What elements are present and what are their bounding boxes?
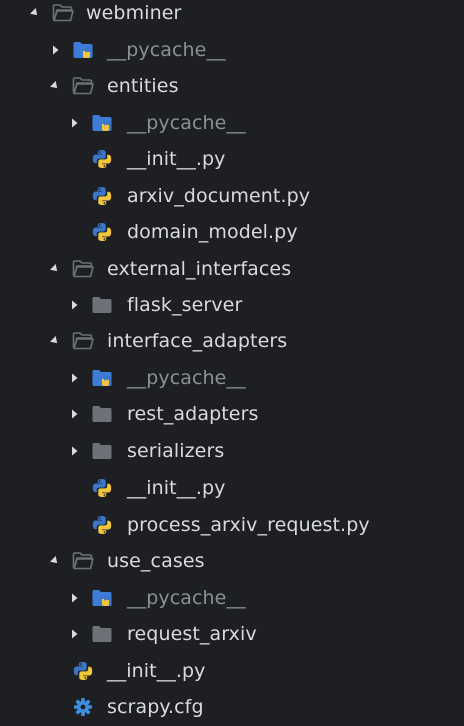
- tree-item-label: arxiv_document.py: [127, 185, 311, 207]
- tree-file-init-py[interactable]: __init__.py: [0, 471, 464, 505]
- tree-folder-entities[interactable]: entities: [0, 69, 464, 103]
- python-file-icon: [91, 186, 113, 206]
- python-file-icon: [91, 149, 113, 169]
- tree-folder-external-interfaces[interactable]: external_interfaces: [0, 252, 464, 286]
- tree-folder-serializers[interactable]: serializers: [0, 434, 464, 468]
- tree-item-label: scrapy.cfg: [107, 696, 204, 718]
- tree-folder-webminer[interactable]: webminer: [0, 0, 464, 30]
- tree-item-label: domain_model.py: [127, 221, 298, 243]
- chevron-down-icon[interactable]: [48, 554, 62, 568]
- tree-folder-pycache[interactable]: __pycache__: [0, 361, 464, 395]
- tree-folder-interface-adapters[interactable]: interface_adapters: [0, 324, 464, 358]
- tree-file-process-arxiv-request-py[interactable]: process_arxiv_request.py: [0, 508, 464, 542]
- chevron-right-icon[interactable]: [67, 116, 81, 130]
- tree-folder-request-arxiv[interactable]: request_arxiv: [0, 617, 464, 651]
- gear-icon: [72, 697, 94, 717]
- tree-item-label: __pycache__: [127, 367, 246, 389]
- tree-item-label: __pycache__: [127, 112, 246, 134]
- python-file-icon: [91, 478, 113, 498]
- folder-open-icon: [52, 3, 74, 23]
- folder-open-icon: [72, 551, 94, 571]
- chevron-right-icon[interactable]: [67, 407, 81, 421]
- file-explorer-tree: webminer __pycache__ entities __pycache_…: [0, 0, 464, 726]
- chevron-right-icon[interactable]: [67, 591, 81, 605]
- python-folder-icon: [91, 113, 113, 133]
- tree-item-label: external_interfaces: [107, 258, 292, 280]
- folder-icon: [91, 624, 113, 644]
- tree-folder-pycache[interactable]: __pycache__: [0, 581, 464, 615]
- chevron-right-icon[interactable]: [48, 43, 62, 57]
- tree-file-domain-model-py[interactable]: domain_model.py: [0, 215, 464, 249]
- tree-item-label: entities: [107, 75, 179, 97]
- chevron-down-icon[interactable]: [48, 79, 62, 93]
- chevron-down-icon[interactable]: [48, 334, 62, 348]
- chevron-right-icon[interactable]: [67, 298, 81, 312]
- python-folder-icon: [91, 368, 113, 388]
- folder-open-icon: [72, 76, 94, 96]
- tree-item-label: __init__.py: [127, 148, 226, 170]
- folder-open-icon: [72, 259, 94, 279]
- tree-folder-use-cases[interactable]: use_cases: [0, 544, 464, 578]
- tree-item-label: __init__.py: [107, 660, 206, 682]
- chevron-right-icon[interactable]: [67, 627, 81, 641]
- tree-file-scrapy-cfg[interactable]: scrapy.cfg: [0, 690, 464, 724]
- tree-item-label: __pycache__: [107, 39, 226, 61]
- tree-item-label: interface_adapters: [107, 330, 288, 352]
- tree-folder-pycache[interactable]: __pycache__: [0, 106, 464, 140]
- tree-item-label: use_cases: [107, 550, 205, 572]
- folder-icon: [91, 295, 113, 315]
- tree-item-label: process_arxiv_request.py: [127, 514, 370, 536]
- folder-icon: [91, 441, 113, 461]
- tree-item-label: webminer: [86, 2, 182, 24]
- tree-file-init-py[interactable]: __init__.py: [0, 142, 464, 176]
- tree-folder-flask-server[interactable]: flask_server: [0, 288, 464, 322]
- tree-item-label: __pycache__: [127, 587, 246, 609]
- tree-item-label: __init__.py: [127, 477, 226, 499]
- tree-file-arxiv-document-py[interactable]: arxiv_document.py: [0, 179, 464, 213]
- folder-icon: [91, 404, 113, 424]
- tree-folder-pycache[interactable]: __pycache__: [0, 33, 464, 67]
- tree-folder-rest-adapters[interactable]: rest_adapters: [0, 397, 464, 431]
- folder-open-icon: [72, 331, 94, 351]
- tree-file-init-py[interactable]: __init__.py: [0, 654, 464, 688]
- chevron-down-icon[interactable]: [48, 262, 62, 276]
- tree-item-label: serializers: [127, 440, 225, 462]
- chevron-right-icon[interactable]: [67, 371, 81, 385]
- python-file-icon: [91, 515, 113, 535]
- chevron-down-icon[interactable]: [28, 6, 42, 20]
- chevron-right-icon[interactable]: [67, 444, 81, 458]
- python-file-icon: [72, 661, 94, 681]
- python-file-icon: [91, 222, 113, 242]
- python-folder-icon: [91, 588, 113, 608]
- tree-item-label: rest_adapters: [127, 403, 259, 425]
- tree-item-label: request_arxiv: [127, 623, 257, 645]
- tree-item-label: flask_server: [127, 294, 243, 316]
- python-folder-icon: [72, 40, 94, 60]
